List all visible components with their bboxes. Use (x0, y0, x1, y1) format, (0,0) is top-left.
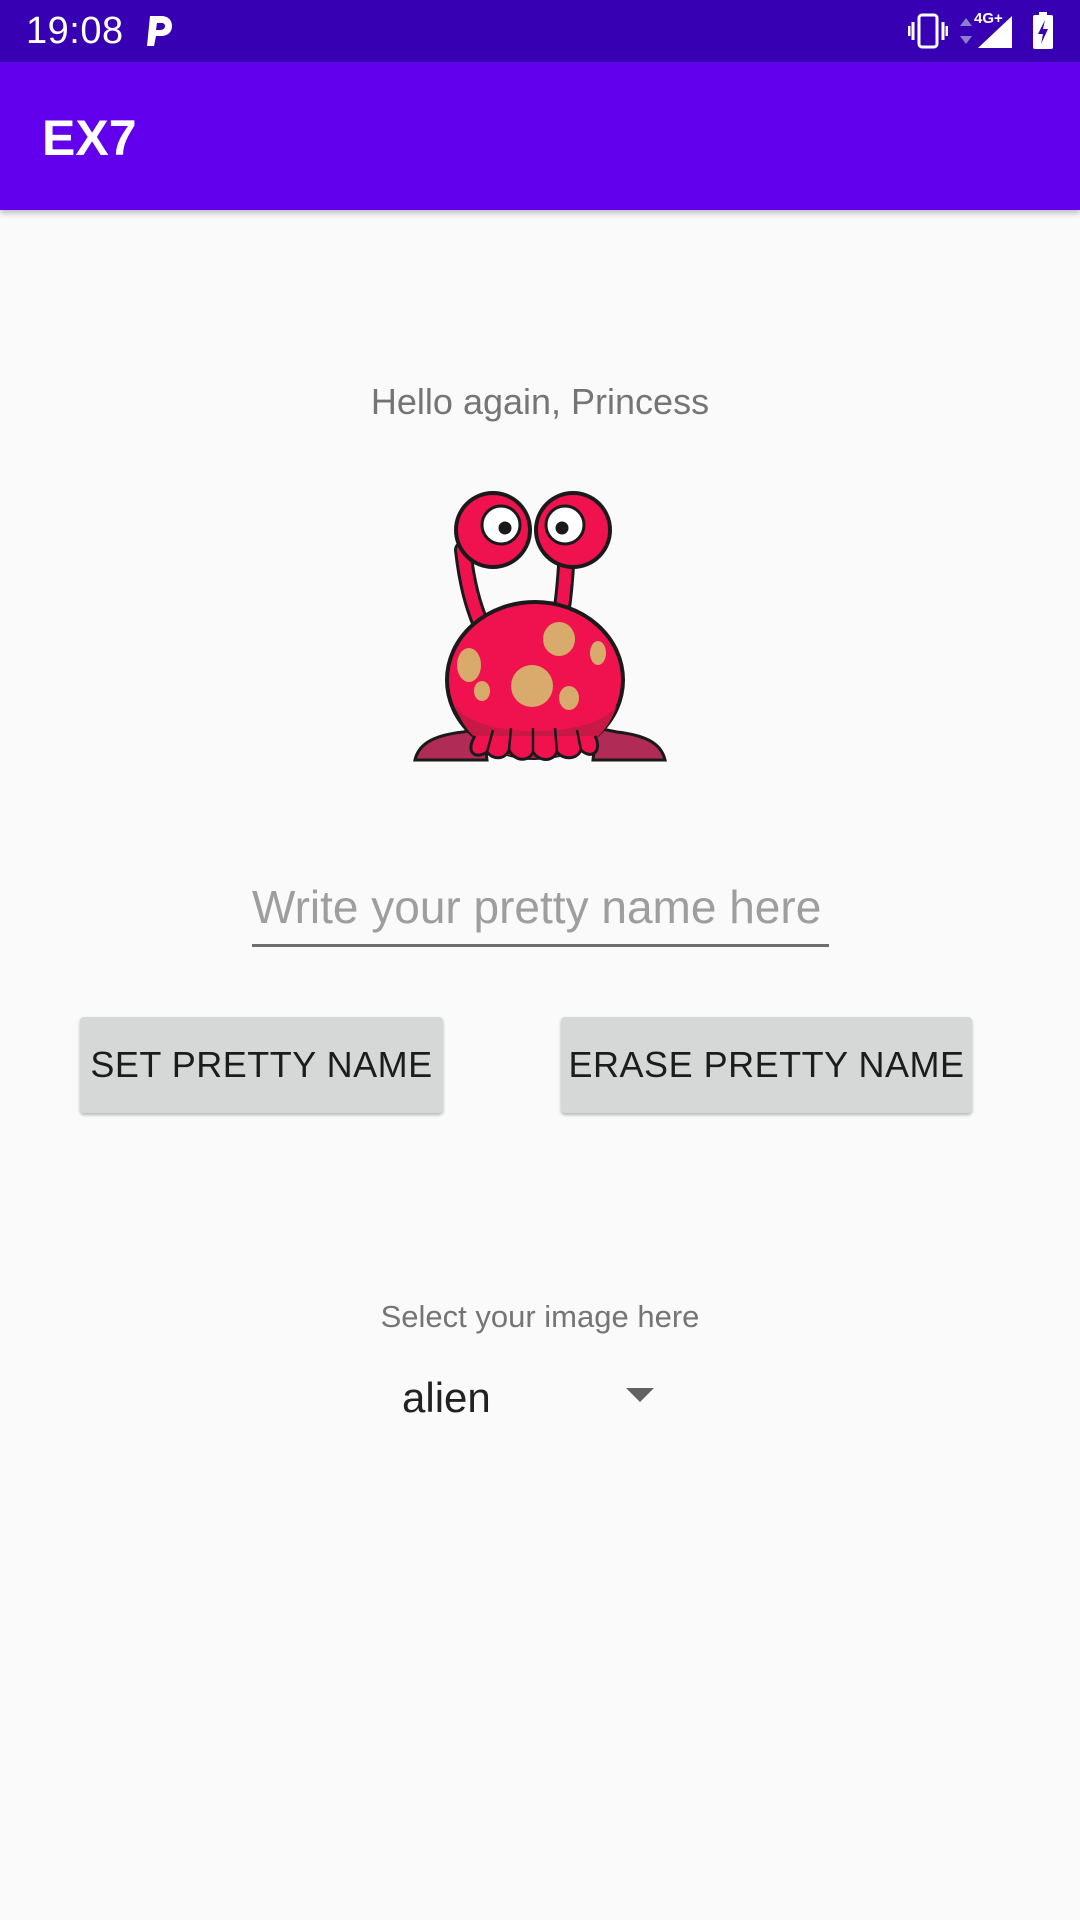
dropdown-arrow-icon (626, 1388, 654, 1402)
data-arrows-icon (960, 18, 972, 44)
image-spinner[interactable]: alien (394, 1366, 664, 1428)
greeting-text: Hello again, Princess (370, 381, 710, 422)
erase-pretty-name-label: ERASE PRETTY NAME (568, 1044, 965, 1085)
signal-icon (978, 16, 1012, 48)
status-time: 19:08 (26, 10, 124, 52)
p-app-icon (147, 16, 172, 46)
spinner-selected-value: alien (402, 1374, 491, 1421)
alien-icon (413, 491, 667, 762)
vibrate-icon (908, 13, 948, 49)
battery-charging-icon (1033, 12, 1053, 49)
name-field (252, 870, 829, 947)
status-bar: 19:08 4G+ (0, 0, 1080, 62)
app-title: EX7 (42, 110, 137, 166)
name-input[interactable] (252, 870, 829, 944)
set-pretty-name-label: SET PRETTY NAME (90, 1044, 433, 1085)
select-image-label: Select your image here (380, 1299, 700, 1334)
erase-pretty-name-button[interactable]: ERASE PRETTY NAME (561, 1017, 972, 1113)
set-pretty-name-button[interactable]: SET PRETTY NAME (80, 1017, 443, 1113)
app-bar: EX7 (0, 62, 1080, 210)
